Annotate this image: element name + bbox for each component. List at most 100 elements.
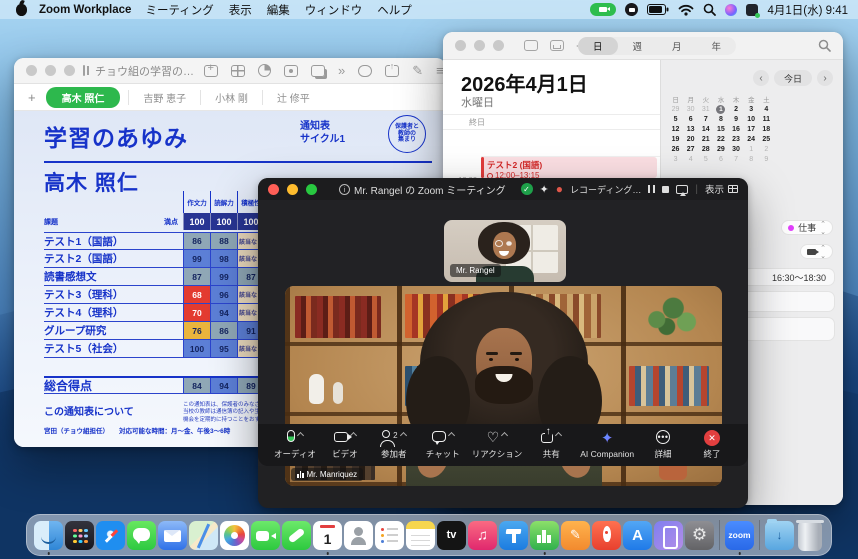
menu-item-4[interactable]: ヘルプ xyxy=(377,2,412,18)
dock-calendar-icon[interactable]: 1 xyxy=(313,521,342,550)
menu-item-1[interactable]: 表示 xyxy=(229,2,252,18)
overflow-icon[interactable]: » xyxy=(338,64,345,77)
mini-cal-day[interactable]: 8 xyxy=(744,154,759,164)
dock-zoom-icon[interactable]: zoom xyxy=(725,521,754,550)
sheet-tab-0[interactable]: 高木 照仁 xyxy=(46,87,121,108)
mini-cal-day[interactable]: 3 xyxy=(744,104,759,114)
dock-appstore-icon[interactable]: A xyxy=(623,521,652,550)
table-icon[interactable] xyxy=(231,65,245,77)
zoom-toolbar-heart[interactable]: ♡リアクション xyxy=(472,430,523,460)
dock-reminders-icon[interactable] xyxy=(375,521,404,550)
mini-cal-day[interactable]: 18 xyxy=(759,124,774,134)
format-brush-icon[interactable]: ✎ xyxy=(412,64,423,77)
sheet-tab-2[interactable]: 小林 剛 xyxy=(200,90,262,105)
mini-cal-day[interactable]: 31 xyxy=(698,104,713,114)
zoom-toolbar-sparkle[interactable]: ✦AI Companion xyxy=(580,431,634,459)
mini-cal-day[interactable]: 14 xyxy=(698,124,713,134)
dock-mirroring-icon[interactable] xyxy=(654,521,683,550)
mini-cal-day[interactable]: 17 xyxy=(744,124,759,134)
caret-up-icon[interactable] xyxy=(297,432,304,439)
camera-active-icon[interactable] xyxy=(590,3,616,16)
control-center-icon[interactable] xyxy=(746,4,758,16)
search-icon[interactable] xyxy=(703,3,716,16)
mini-cal-day[interactable]: 13 xyxy=(683,124,698,134)
insert-icon[interactable] xyxy=(204,65,218,77)
close-button[interactable] xyxy=(268,184,279,195)
dock-facetime-icon[interactable] xyxy=(251,521,280,550)
event-test2[interactable]: テスト2 (国語) 12:00–13:15 xyxy=(481,157,657,178)
caret-up-icon[interactable] xyxy=(399,432,406,439)
battery-icon[interactable] xyxy=(647,4,669,15)
calendar-view-icon[interactable] xyxy=(524,40,538,51)
mini-cal-day[interactable]: 27 xyxy=(683,144,698,154)
menu-item-3[interactable]: ウィンドウ xyxy=(305,2,363,18)
sheet-tab-3[interactable]: 辻 修平 xyxy=(262,90,324,105)
search-icon[interactable] xyxy=(818,39,831,52)
shapes-icon[interactable] xyxy=(311,65,325,77)
dock-phone-icon[interactable] xyxy=(282,521,311,550)
info-icon[interactable]: i xyxy=(339,184,350,195)
mini-cal-day[interactable]: 5 xyxy=(698,154,713,164)
mini-cal-day[interactable]: 6 xyxy=(713,154,728,164)
share-icon[interactable] xyxy=(385,65,399,77)
zoom-button[interactable] xyxy=(306,184,317,195)
view-day[interactable]: 日 xyxy=(578,37,618,55)
zoom-toolbar-share[interactable]: 共有 xyxy=(531,430,571,460)
chart-icon[interactable] xyxy=(258,64,271,77)
mini-cal-day[interactable]: 20 xyxy=(683,134,698,144)
mini-cal-day[interactable]: 29 xyxy=(668,104,683,114)
dock-contacts-icon[interactable] xyxy=(344,521,373,550)
mini-cal-day[interactable]: 7 xyxy=(729,154,744,164)
mini-cal-day[interactable]: 2 xyxy=(759,144,774,154)
comment-icon[interactable] xyxy=(358,65,372,77)
view-week[interactable]: 週 xyxy=(618,37,658,55)
menu-item-2[interactable]: 編集 xyxy=(267,2,290,18)
mini-cal-day[interactable]: 5 xyxy=(668,114,683,124)
zoom-toolbar-mic[interactable]: オーディオ xyxy=(274,430,316,460)
zoom-toolbar-more[interactable]: •••詳細 xyxy=(643,430,683,460)
mini-cal-day[interactable]: 9 xyxy=(759,154,774,164)
dock-safari-icon[interactable] xyxy=(96,521,125,550)
screen-share-icon[interactable] xyxy=(676,185,688,194)
next-day-button[interactable]: › xyxy=(817,70,833,86)
dock-tv-icon[interactable]: tv xyxy=(437,521,466,550)
dock-photos-icon[interactable] xyxy=(220,521,249,550)
dock-finder-icon[interactable] xyxy=(34,521,63,550)
dock-rocket-icon[interactable] xyxy=(592,521,621,550)
view-year[interactable]: 年 xyxy=(697,37,737,55)
active-app-name[interactable]: Zoom Workplace xyxy=(39,4,131,16)
minimize-button[interactable] xyxy=(287,184,298,195)
mini-cal-day[interactable]: 11 xyxy=(759,114,774,124)
dock-settings-icon[interactable]: ⚙ xyxy=(685,521,714,550)
mini-cal-day[interactable]: 24 xyxy=(744,134,759,144)
minimize-button[interactable] xyxy=(45,65,56,76)
mini-cal-day[interactable]: 4 xyxy=(683,154,698,164)
view-month[interactable]: 月 xyxy=(657,37,697,55)
stop-recording-icon[interactable] xyxy=(662,186,669,193)
mini-cal-day[interactable]: 15 xyxy=(713,124,728,134)
zoom-toolbar-chat[interactable]: チャット xyxy=(423,430,463,460)
zoom-button[interactable] xyxy=(493,40,504,51)
calendar-select[interactable]: 仕事 ⌃⌄ xyxy=(781,220,833,235)
mini-cal-day[interactable]: 25 xyxy=(759,134,774,144)
dock-maps-icon[interactable] xyxy=(189,521,218,550)
mini-cal-day[interactable]: 23 xyxy=(729,134,744,144)
mini-cal-day[interactable]: 12 xyxy=(668,124,683,134)
participant-thumbnail[interactable]: Mr. Rangel xyxy=(444,220,566,282)
caret-up-icon[interactable] xyxy=(501,432,508,439)
mini-cal-day[interactable]: 26 xyxy=(668,144,683,154)
media-icon[interactable] xyxy=(284,65,298,77)
dock-launchpad-icon[interactable] xyxy=(65,521,94,550)
dock-mail-icon[interactable] xyxy=(158,521,187,550)
zoom-menubar-icon[interactable] xyxy=(625,3,638,16)
sidebar-toggle-icon[interactable] xyxy=(83,65,85,76)
pause-recording-icon[interactable] xyxy=(648,185,655,193)
dock-numbers-icon[interactable] xyxy=(530,521,559,550)
minimize-button[interactable] xyxy=(474,40,485,51)
mini-cal-day[interactable]: 16 xyxy=(729,124,744,134)
security-shield-icon[interactable]: ✓ xyxy=(521,183,533,195)
mini-cal-day[interactable]: 22 xyxy=(713,134,728,144)
apple-menu-icon[interactable] xyxy=(16,4,27,16)
wifi-icon[interactable] xyxy=(678,4,694,16)
mini-cal-day[interactable]: 8 xyxy=(713,114,728,124)
